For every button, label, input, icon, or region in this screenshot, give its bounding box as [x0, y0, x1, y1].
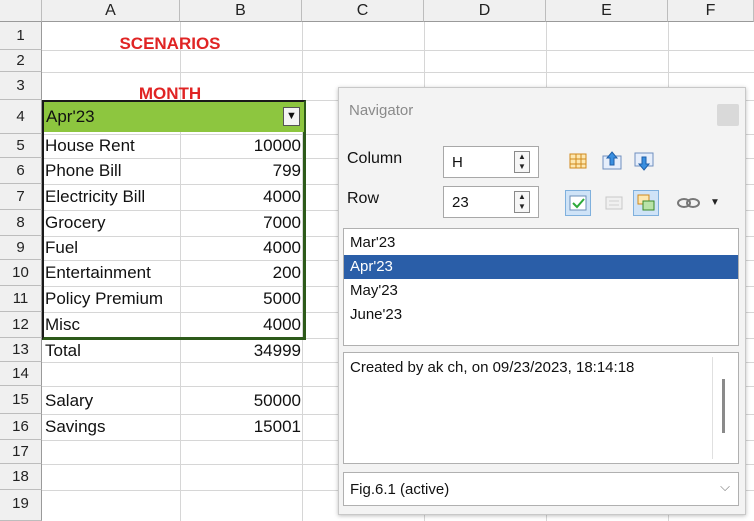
- end-icon[interactable]: [633, 150, 655, 172]
- row-header[interactable]: 1: [0, 22, 42, 50]
- cell-a10[interactable]: Entertainment: [45, 263, 179, 283]
- cell-b8[interactable]: 7000: [181, 213, 301, 233]
- scenario-selector-cell[interactable]: Apr'23 ▼: [44, 102, 304, 132]
- cell-a3[interactable]: MONTH: [80, 84, 260, 104]
- scenario-list[interactable]: Mar'23 Apr'23 May'23 June'23: [343, 228, 739, 346]
- row-header[interactable]: 12: [0, 312, 42, 338]
- scenario-comment-box[interactable]: Created by ak ch, on 09/23/2023, 18:14:1…: [343, 352, 739, 464]
- select-all-corner[interactable]: [0, 0, 42, 22]
- cell-b6[interactable]: 799: [181, 161, 301, 181]
- cell-a9[interactable]: Fuel: [45, 238, 179, 258]
- scenario-selected-value: Apr'23: [46, 107, 95, 126]
- scrollbar-thumb[interactable]: [722, 379, 725, 433]
- column-spinbox[interactable]: H ▲ ▼: [443, 146, 539, 178]
- dropdown-icon[interactable]: ▼: [709, 192, 721, 214]
- contents-icon[interactable]: [603, 192, 625, 214]
- row-header[interactable]: 2: [0, 50, 42, 72]
- column-header-e[interactable]: E: [546, 0, 668, 22]
- document-select[interactable]: Fig.6.1 (active) ⌵: [343, 472, 739, 506]
- column-header-a[interactable]: A: [42, 0, 180, 22]
- row-header[interactable]: 7: [0, 184, 42, 210]
- list-item[interactable]: May'23: [344, 279, 738, 303]
- chevron-down-icon[interactable]: ⌵: [720, 479, 730, 495]
- navigator-title: Navigator: [349, 102, 414, 119]
- cell-b16[interactable]: 15001: [181, 417, 301, 437]
- list-item[interactable]: June'23: [344, 303, 738, 327]
- cell-b9[interactable]: 4000: [181, 238, 301, 258]
- cell-a7[interactable]: Electricity Bill: [45, 187, 179, 207]
- row-header[interactable]: 10: [0, 260, 42, 286]
- close-icon[interactable]: [717, 104, 739, 126]
- cell-b5[interactable]: 10000: [181, 136, 301, 156]
- column-header-d[interactable]: D: [424, 0, 546, 22]
- cell-a11[interactable]: Policy Premium: [45, 289, 179, 309]
- row-header[interactable]: 5: [0, 134, 42, 158]
- spin-arrows-icon[interactable]: ▲ ▼: [514, 151, 530, 173]
- column-header-c[interactable]: C: [302, 0, 424, 22]
- row-header[interactable]: 15: [0, 386, 42, 414]
- cell-a13[interactable]: Total: [45, 341, 179, 361]
- row-header[interactable]: 4: [0, 100, 42, 134]
- scenario-comment: Created by ak ch, on 09/23/2023, 18:14:1…: [350, 359, 635, 376]
- drag-mode-icon[interactable]: [675, 192, 703, 214]
- scenarios-icon[interactable]: [633, 190, 659, 216]
- list-item-selected[interactable]: Apr'23: [344, 255, 738, 279]
- row-header[interactable]: 14: [0, 362, 42, 386]
- scenario-dropdown-arrow-icon[interactable]: ▼: [283, 107, 300, 126]
- start-icon[interactable]: [601, 150, 623, 172]
- data-range-icon[interactable]: [567, 150, 589, 172]
- cell-b13[interactable]: 34999: [181, 341, 301, 361]
- row-value: 23: [452, 194, 469, 211]
- spin-arrows-icon[interactable]: ▲ ▼: [514, 191, 530, 213]
- row-header[interactable]: 11: [0, 286, 42, 312]
- row-header[interactable]: 17: [0, 440, 42, 464]
- row-header[interactable]: 18: [0, 464, 42, 490]
- document-select-value: Fig.6.1 (active): [350, 481, 450, 498]
- column-header-f[interactable]: F: [668, 0, 754, 22]
- cell-b11[interactable]: 5000: [181, 289, 301, 309]
- navigator-panel[interactable]: Navigator Column H ▲ ▼ Row 23 ▲ ▼ ▼ Mar'23…: [338, 87, 746, 515]
- row-label: Row: [347, 190, 380, 207]
- cell-b7[interactable]: 4000: [181, 187, 301, 207]
- cell-b10[interactable]: 200: [181, 263, 301, 283]
- comment-scrollbar[interactable]: [712, 357, 734, 459]
- cell-a15[interactable]: Salary: [45, 391, 179, 411]
- row-header[interactable]: 6: [0, 158, 42, 184]
- cell-b12[interactable]: 4000: [181, 315, 301, 335]
- list-item[interactable]: Mar'23: [344, 231, 738, 255]
- column-value: H: [452, 154, 463, 171]
- toggle-icon[interactable]: [565, 190, 591, 216]
- cell-a6[interactable]: Phone Bill: [45, 161, 179, 181]
- row-header[interactable]: 13: [0, 338, 42, 362]
- grid-line: [42, 72, 754, 73]
- cell-a1[interactable]: SCENARIOS: [80, 34, 260, 54]
- cell-b15[interactable]: 50000: [181, 391, 301, 411]
- cell-a5[interactable]: House Rent: [45, 136, 179, 156]
- row-header[interactable]: 3: [0, 72, 42, 100]
- row-header[interactable]: 19: [0, 490, 42, 521]
- row-spinbox[interactable]: 23 ▲ ▼: [443, 186, 539, 218]
- column-header-b[interactable]: B: [180, 0, 302, 22]
- cell-a12[interactable]: Misc: [45, 315, 179, 335]
- row-header[interactable]: 8: [0, 210, 42, 236]
- column-label: Column: [347, 150, 403, 167]
- cell-a8[interactable]: Grocery: [45, 213, 179, 233]
- cell-a16[interactable]: Savings: [45, 417, 179, 437]
- row-header[interactable]: 9: [0, 236, 42, 260]
- row-header[interactable]: 16: [0, 414, 42, 440]
